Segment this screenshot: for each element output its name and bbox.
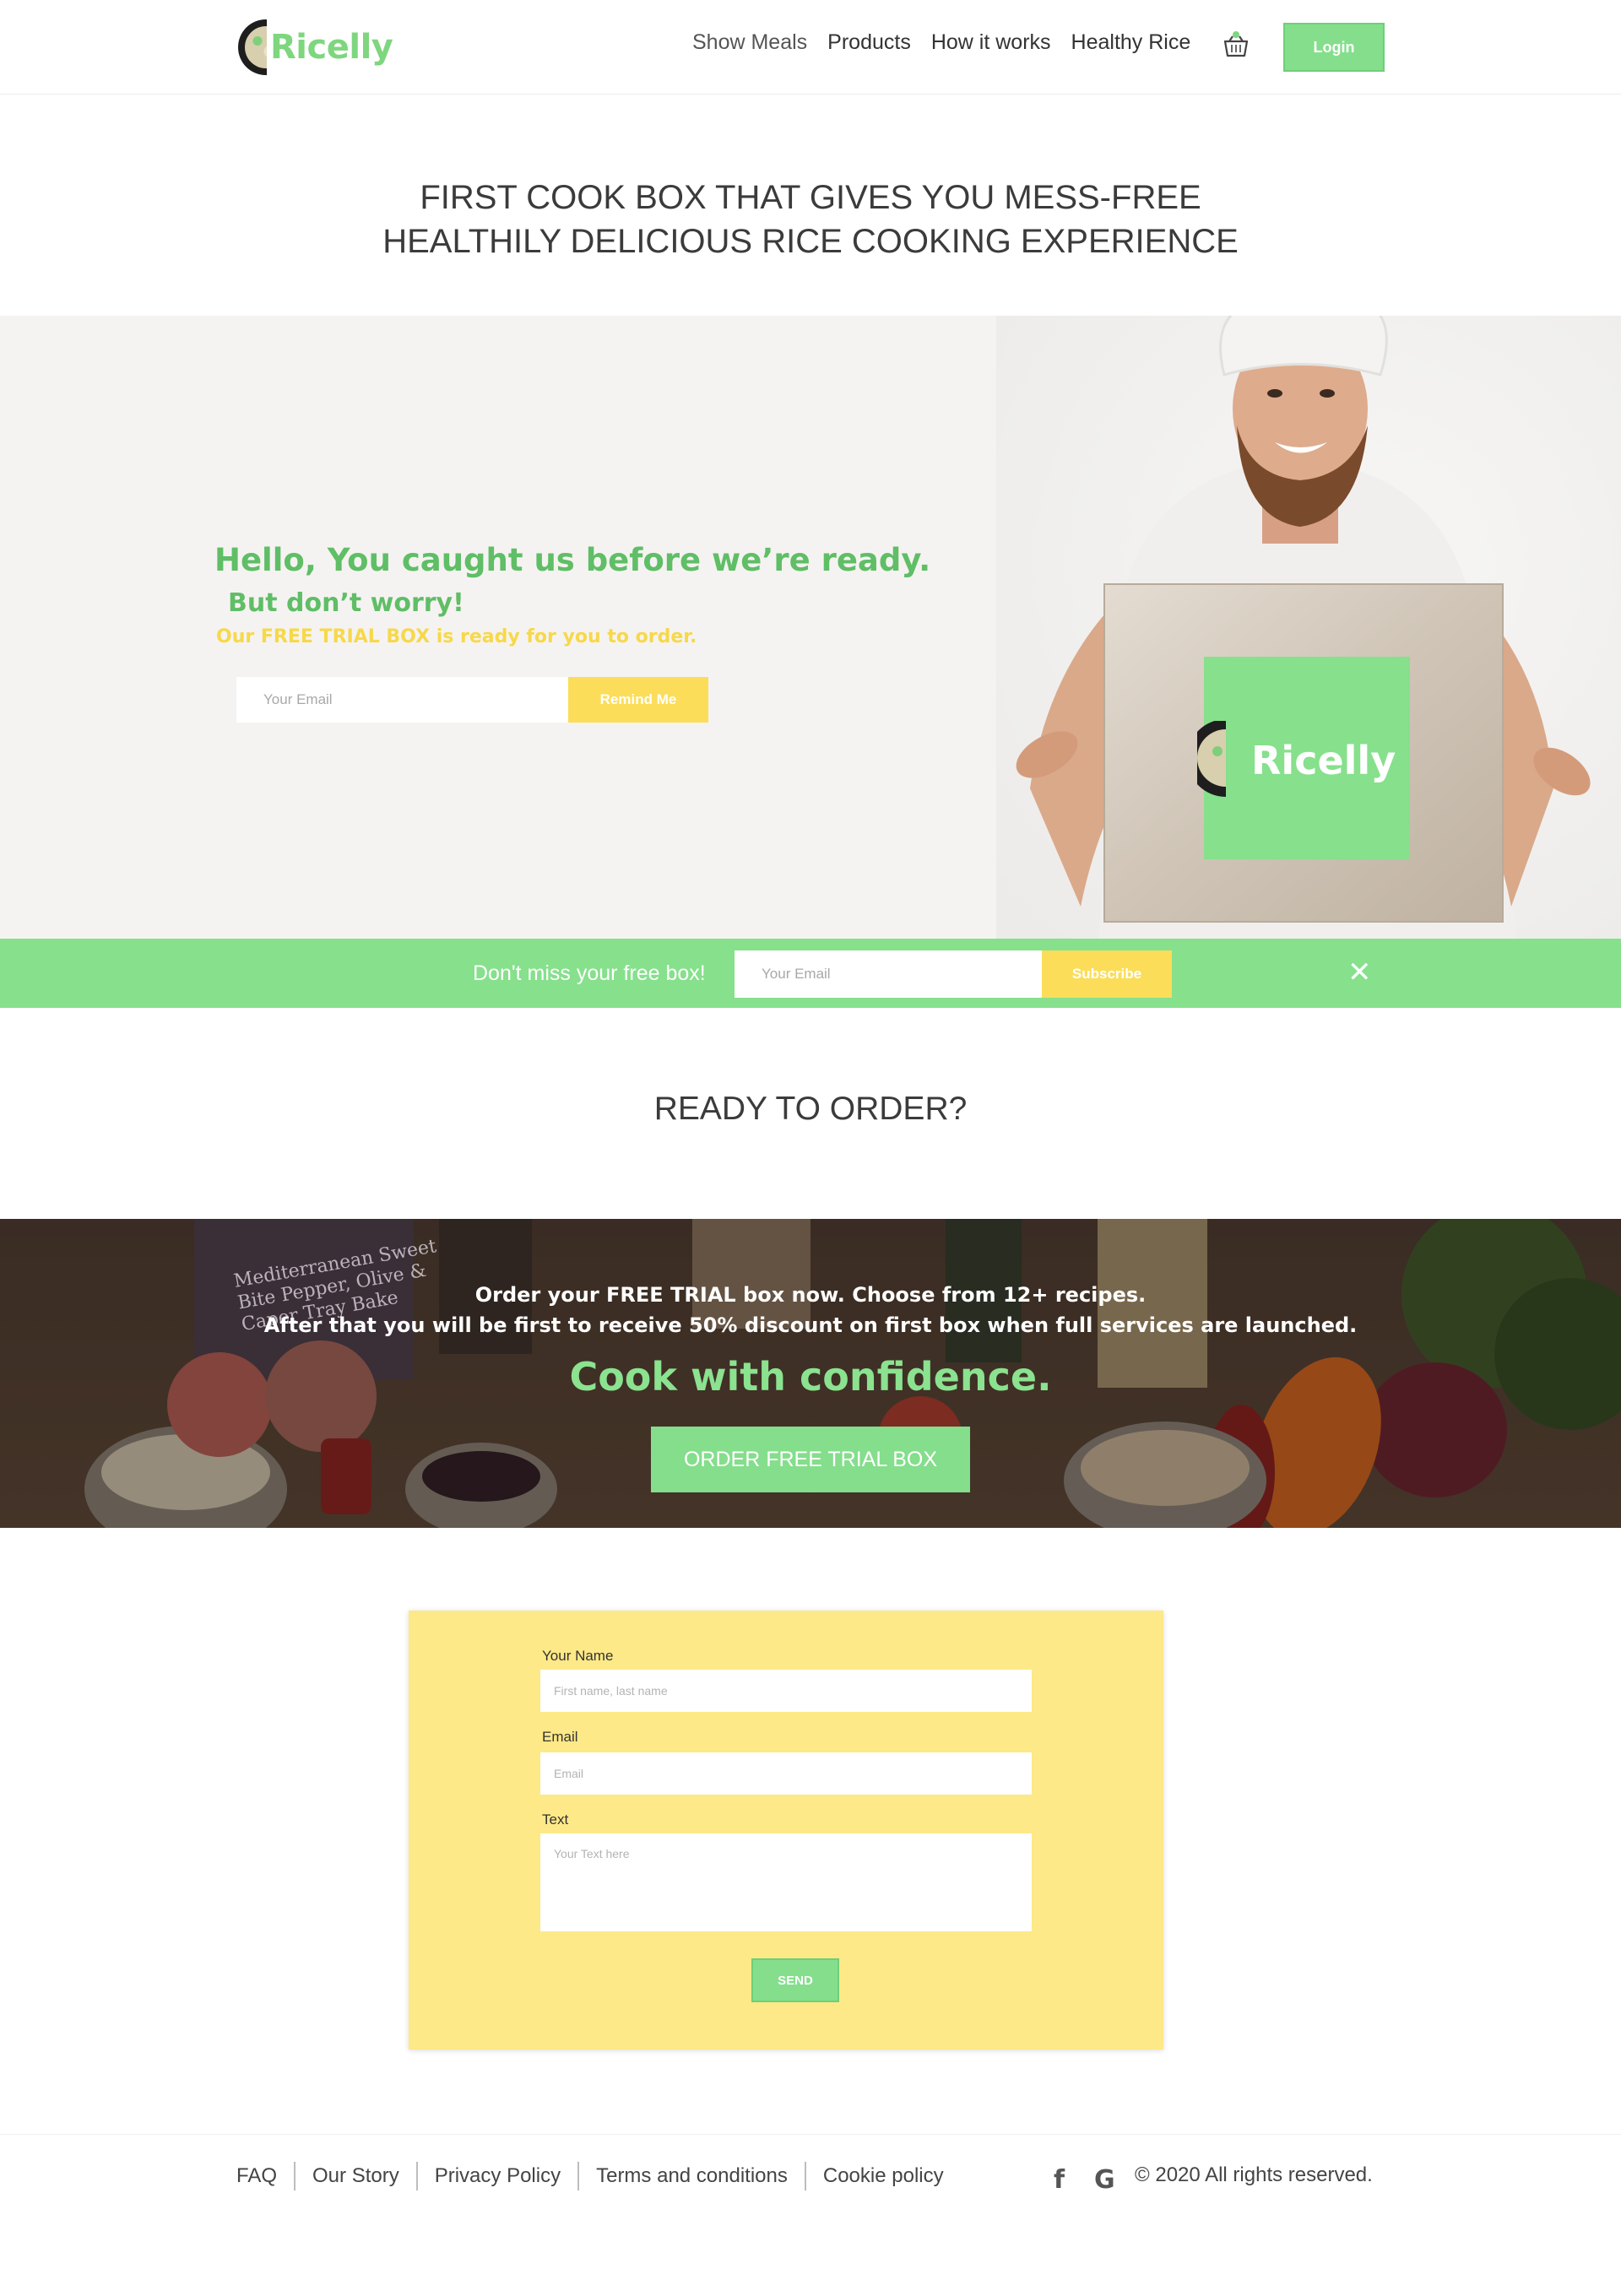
- promo-text: Order your FREE TRIAL box now. Choose fr…: [0, 1280, 1621, 1340]
- hero-title: Hello, You caught us before we’re ready.: [214, 542, 931, 578]
- promo-slogan: Cook with confidence.: [569, 1354, 1052, 1400]
- contact-form: Your Name Email Text SEND: [409, 1611, 1163, 2050]
- close-icon[interactable]: ✕: [1347, 949, 1372, 996]
- nav-show-meals[interactable]: Show Meals: [692, 30, 807, 55]
- email-label: Email: [542, 1729, 578, 1745]
- headline-line-2: HEALTHILY DELICIOUS RICE COOKING EXPERIE…: [382, 223, 1239, 260]
- promo-line-1: Order your FREE TRIAL box now. Choose fr…: [474, 1283, 1147, 1307]
- main-nav: Show Meals Products How it works Healthy…: [692, 30, 1211, 55]
- footer-link-our-story[interactable]: Our Story: [294, 2162, 416, 2190]
- name-input[interactable]: [540, 1670, 1032, 1712]
- google-icon[interactable]: G: [1094, 2165, 1115, 2195]
- subscribe-label: Don't miss your free box!: [473, 961, 706, 985]
- site-header: Ricelly Show Meals Products How it works…: [0, 0, 1621, 95]
- nav-healthy-rice[interactable]: Healthy Rice: [1071, 30, 1191, 55]
- footer-links: FAQ Our Story Privacy Policy Terms and c…: [236, 2162, 961, 2190]
- remind-email-input[interactable]: [236, 677, 568, 723]
- hero-section: Hello, You caught us before we’re ready.…: [0, 316, 1621, 939]
- rice-bowl-logo-icon: [238, 19, 267, 75]
- text-label: Text: [542, 1811, 569, 1828]
- remind-form: Remind Me: [236, 677, 708, 723]
- logo-text: Ricelly: [270, 28, 393, 67]
- remind-me-button[interactable]: Remind Me: [568, 677, 708, 723]
- promo-banner: Mediterranean Sweet Bite Pepper, Olive &…: [0, 1219, 1621, 1528]
- hero-text: Hello, You caught us before we’re ready.…: [214, 542, 930, 647]
- copyright-text: © 2020 All rights reserved.: [1135, 2163, 1373, 2186]
- hero-note: Our FREE TRIAL BOX is ready for you to o…: [216, 626, 697, 647]
- footer-link-faq[interactable]: FAQ: [236, 2162, 294, 2190]
- subscribe-button[interactable]: Subscribe: [1042, 950, 1172, 998]
- logo[interactable]: Ricelly: [238, 19, 393, 76]
- subscribe-email-input[interactable]: [735, 950, 1042, 998]
- page-headline: FIRST COOK BOX THAT GIVES YOU MESS-FREE …: [0, 176, 1621, 263]
- subscribe-bar: Don't miss your free box! Subscribe ✕: [0, 939, 1621, 1008]
- hero-subtitle: But don’t worry!: [228, 588, 464, 618]
- promo-line-2: After that you will be first to receive …: [263, 1313, 1358, 1337]
- send-button[interactable]: SEND: [751, 1958, 839, 2002]
- login-button[interactable]: Login: [1283, 23, 1385, 72]
- footer-link-terms[interactable]: Terms and conditions: [577, 2162, 805, 2190]
- message-textarea[interactable]: [540, 1833, 1032, 1931]
- nav-how-it-works[interactable]: How it works: [931, 30, 1051, 55]
- order-free-trial-button[interactable]: ORDER FREE TRIAL BOX: [651, 1427, 970, 1492]
- nav-products[interactable]: Products: [827, 30, 911, 55]
- footer-link-cookie-policy[interactable]: Cookie policy: [804, 2162, 961, 2190]
- name-label: Your Name: [542, 1648, 614, 1664]
- ready-to-order-title: READY TO ORDER?: [653, 1091, 968, 1127]
- site-footer: FAQ Our Story Privacy Policy Terms and c…: [0, 2134, 1621, 2296]
- box-logo-text: Ricelly: [1251, 738, 1396, 783]
- headline-line-1: FIRST COOK BOX THAT GIVES YOU MESS-FREE: [420, 179, 1201, 216]
- email-input[interactable]: [540, 1752, 1032, 1795]
- footer-link-privacy-policy[interactable]: Privacy Policy: [415, 2162, 577, 2190]
- facebook-icon[interactable]: f: [1054, 2165, 1065, 2195]
- basket-icon[interactable]: [1223, 30, 1250, 59]
- chef-holding-box-image: Ricelly: [996, 316, 1621, 939]
